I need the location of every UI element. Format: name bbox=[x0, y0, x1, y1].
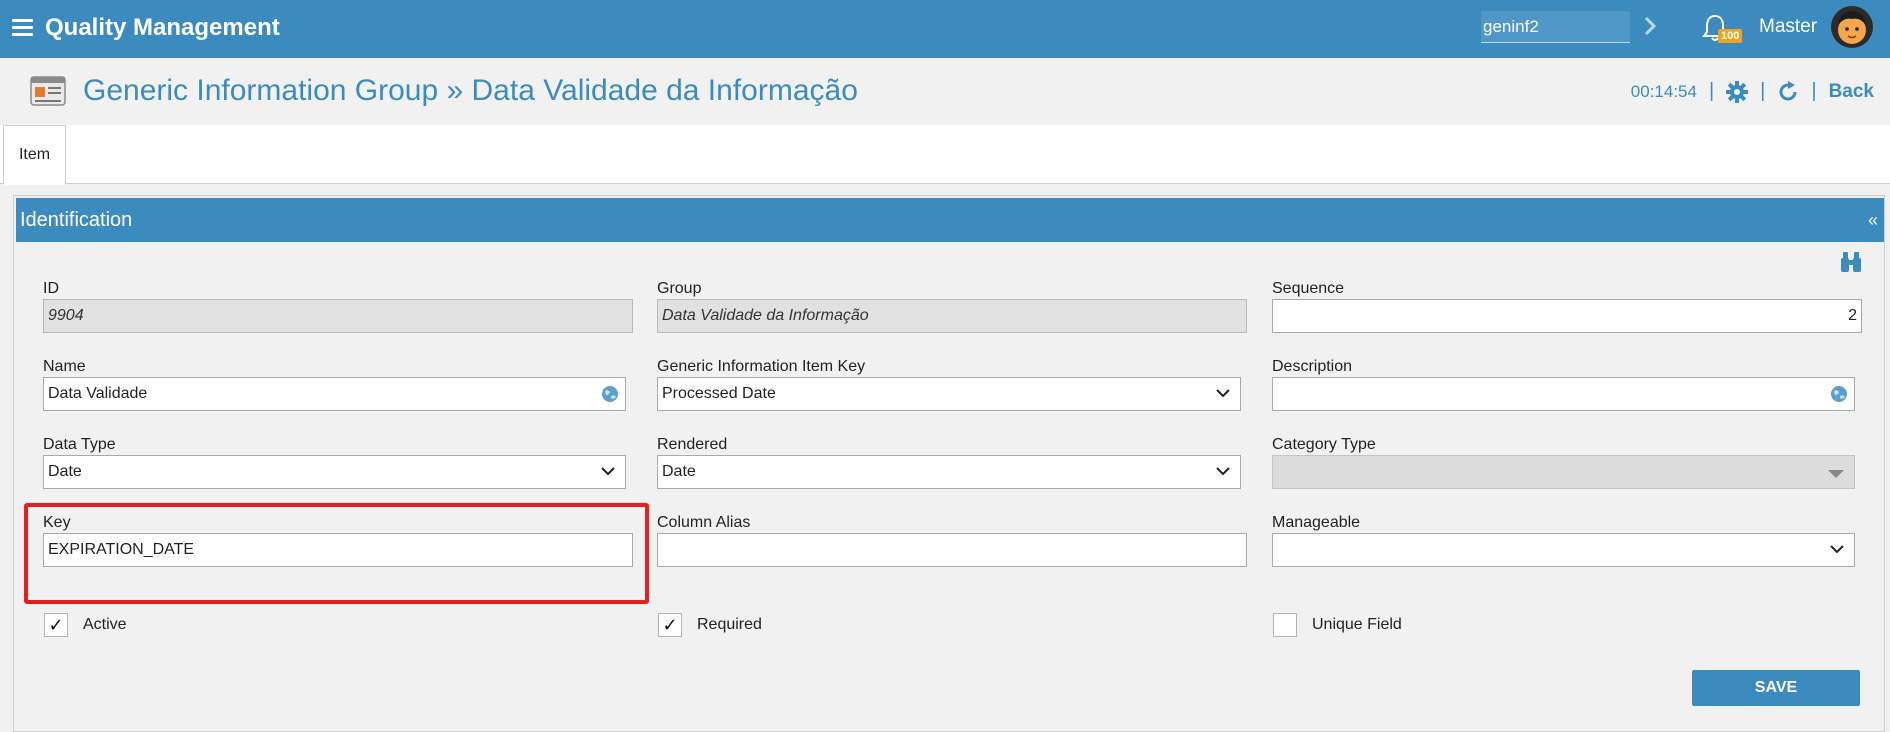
session-timer: 00:14:54 bbox=[1630, 81, 1697, 101]
binoculars-icon[interactable] bbox=[1839, 251, 1863, 273]
unique-field-label: Unique Field bbox=[1312, 616, 1402, 633]
tab-item[interactable]: Item bbox=[3, 125, 66, 185]
sequence-label: Sequence bbox=[1272, 280, 1345, 297]
data-type-label: Data Type bbox=[43, 436, 116, 453]
top-navbar: Quality Management 100 Master bbox=[0, 0, 1890, 58]
unique-field-checkbox[interactable] bbox=[1273, 613, 1297, 637]
name-label: Name bbox=[43, 358, 86, 375]
notification-badge: 100 bbox=[1718, 29, 1743, 43]
item-key-value: Processed Date bbox=[662, 385, 776, 402]
item-key-select[interactable]: Processed Date bbox=[657, 377, 1241, 411]
chevron-down-icon bbox=[1216, 467, 1230, 476]
gear-icon[interactable] bbox=[1726, 80, 1749, 103]
chevron-down-icon bbox=[601, 467, 615, 476]
tab-bar: Item bbox=[0, 125, 1890, 185]
column-alias-field[interactable] bbox=[657, 533, 1247, 567]
chevron-right-icon[interactable] bbox=[1640, 14, 1660, 38]
category-type-label: Category Type bbox=[1272, 436, 1376, 453]
caret-down-icon bbox=[1828, 470, 1844, 478]
rendered-label: Rendered bbox=[657, 436, 728, 453]
chevron-down-icon bbox=[1830, 545, 1844, 554]
rendered-select[interactable]: Date bbox=[657, 455, 1241, 489]
form-icon bbox=[30, 76, 66, 106]
chevron-down-icon bbox=[1216, 389, 1230, 398]
separator: | bbox=[1811, 80, 1817, 102]
description-label: Description bbox=[1272, 358, 1353, 375]
globe-icon[interactable] bbox=[601, 385, 619, 403]
separator: | bbox=[1708, 80, 1715, 102]
key-label: Key bbox=[43, 514, 71, 531]
description-field[interactable] bbox=[1272, 377, 1855, 411]
header-actions: 00:14:54 | | | Back bbox=[1631, 80, 1874, 103]
manageable-label: Manageable bbox=[1272, 514, 1361, 531]
app-title: Quality Management bbox=[45, 14, 280, 41]
id-label: ID bbox=[43, 280, 59, 297]
back-link[interactable]: Back bbox=[1829, 81, 1874, 103]
panel-header[interactable]: Identification « bbox=[16, 198, 1884, 242]
required-checkbox[interactable]: ✓ bbox=[658, 613, 682, 637]
item-key-label: Generic Information Item Key bbox=[657, 358, 866, 375]
data-type-select[interactable]: Date bbox=[43, 455, 626, 489]
collapse-icon[interactable]: « bbox=[1868, 198, 1878, 242]
separator: | bbox=[1760, 80, 1766, 102]
key-field[interactable]: EXPIRATION_DATE bbox=[43, 533, 633, 567]
avatar[interactable] bbox=[1830, 5, 1874, 49]
group-label: Group bbox=[657, 280, 702, 297]
column-alias-label: Column Alias bbox=[657, 514, 751, 531]
name-field[interactable]: Data Validade bbox=[43, 377, 626, 411]
id-field: 9904 bbox=[43, 299, 633, 333]
active-checkbox[interactable]: ✓ bbox=[44, 613, 68, 637]
page-title: Generic Information Group » Data Validad… bbox=[83, 74, 858, 107]
search-input[interactable] bbox=[1481, 11, 1630, 43]
globe-icon[interactable] bbox=[1830, 385, 1848, 403]
refresh-icon[interactable] bbox=[1777, 80, 1799, 103]
rendered-value: Date bbox=[662, 463, 696, 480]
category-type-select bbox=[1272, 455, 1855, 489]
panel-title: Identification bbox=[20, 209, 133, 231]
group-field: Data Validade da Informação bbox=[657, 299, 1247, 333]
sequence-field[interactable]: 2 bbox=[1272, 299, 1862, 333]
data-type-value: Date bbox=[48, 463, 82, 480]
menu-icon[interactable] bbox=[12, 19, 33, 37]
active-label: Active bbox=[83, 616, 127, 633]
required-label: Required bbox=[697, 616, 762, 633]
name-value: Data Validade bbox=[48, 385, 148, 402]
save-button[interactable]: SAVE bbox=[1692, 670, 1860, 706]
manageable-select[interactable] bbox=[1272, 533, 1855, 567]
user-name[interactable]: Master bbox=[1759, 16, 1817, 38]
